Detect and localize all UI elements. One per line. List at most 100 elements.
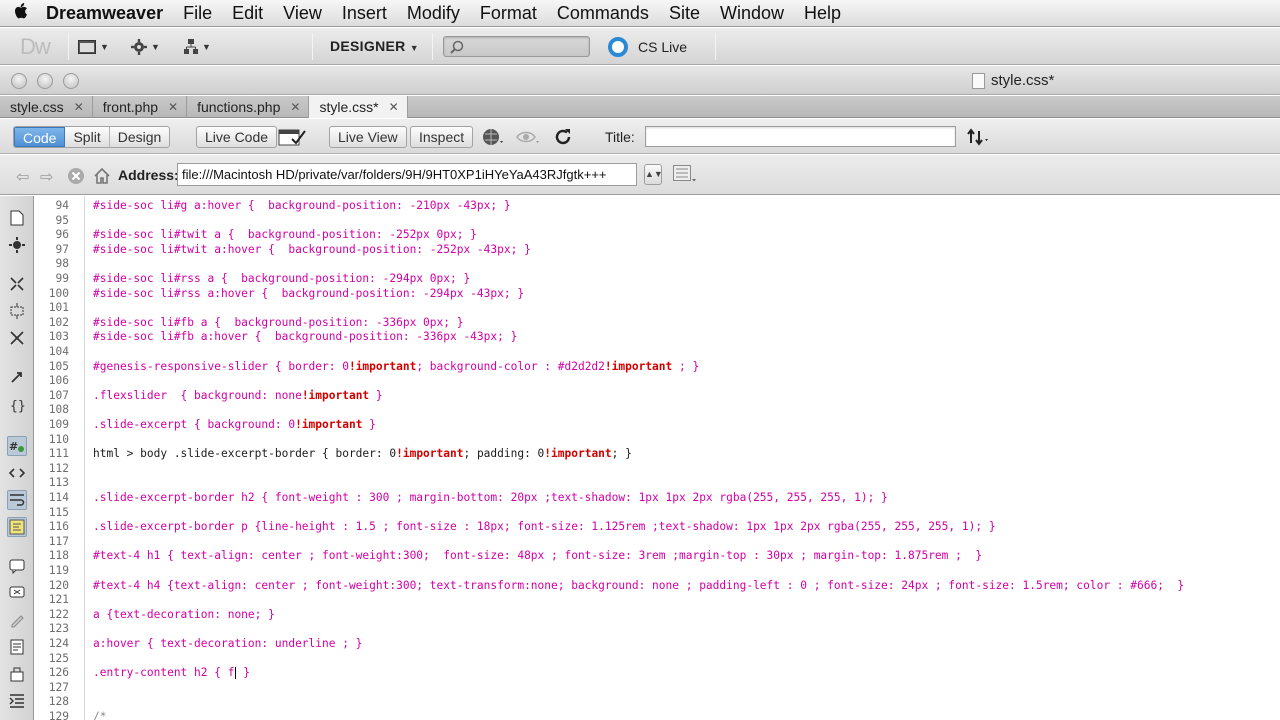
apple-menu-icon[interactable] (0, 2, 44, 25)
code-line[interactable]: 127 (35, 681, 1280, 696)
cs-live-button[interactable]: CS Live (608, 37, 687, 57)
browser-options-icon[interactable] (673, 165, 697, 186)
address-history-stepper[interactable]: ▲▼ (644, 164, 663, 185)
code-line[interactable]: 123 (35, 622, 1280, 637)
code-line[interactable]: 118 #text-4 h1 { text-align: center ; fon… (35, 549, 1280, 564)
code-line[interactable]: 108 (35, 403, 1280, 418)
zoom-window-button[interactable] (63, 73, 79, 89)
expand-all-icon[interactable] (7, 328, 27, 348)
code-line[interactable]: 94 #side-soc li#g a:hover { background-po… (35, 199, 1280, 214)
code-line[interactable]: 102 #side-soc li#fb a { background-positi… (35, 316, 1280, 331)
code-line[interactable]: 128 (35, 695, 1280, 710)
address-input[interactable]: file:///Macintosh HD/private/var/folders… (177, 163, 637, 186)
code-line[interactable]: 95 (35, 214, 1280, 229)
live-view-button[interactable]: Live View (329, 126, 407, 148)
menu-site[interactable]: Site (659, 0, 710, 27)
code-line[interactable]: 126 .entry-content h2 { f } (35, 666, 1280, 681)
code-line[interactable]: 124 a:hover { text-decoration: underline … (35, 637, 1280, 652)
code-line[interactable]: 112 (35, 462, 1280, 477)
code-line[interactable]: 121 (35, 593, 1280, 608)
inspect-button[interactable]: Inspect (410, 126, 474, 148)
close-window-button[interactable] (11, 73, 27, 89)
design-view-button[interactable]: Design (110, 127, 170, 147)
code-line[interactable]: 109 .slide-excerpt { background: 0!import… (35, 418, 1280, 433)
indent-code-icon[interactable] (7, 691, 27, 711)
code-line[interactable]: 116 .slide-excerpt-border p {line-height … (35, 520, 1280, 535)
live-code-button[interactable]: Live Code (196, 126, 278, 148)
collapse-selection-icon[interactable] (7, 301, 27, 321)
visual-aids-button[interactable] (515, 126, 541, 148)
menu-view[interactable]: View (273, 0, 332, 27)
code-line[interactable]: 114 .slide-excerpt-border h2 { font-weigh… (35, 491, 1280, 506)
balance-braces-icon[interactable]: {} (7, 395, 27, 415)
show-code-navigator-icon[interactable] (7, 235, 27, 255)
code-line[interactable]: 110 (35, 433, 1280, 448)
workspace-switcher[interactable]: DESIGNER ▼ (330, 38, 419, 54)
remove-comment-icon[interactable] (7, 583, 27, 603)
layout-menu-button[interactable]: ▼ (78, 37, 109, 57)
code-editor[interactable]: 94 #side-soc li#g a:hover { background-po… (35, 196, 1280, 720)
file-management-button[interactable] (966, 126, 992, 148)
wrap-tag-icon[interactable] (7, 610, 27, 630)
extend-menu-button[interactable]: ▼ (131, 37, 160, 57)
move-css-icon[interactable] (7, 664, 27, 684)
forward-arrow-icon[interactable]: ⇨ (40, 167, 53, 187)
back-arrow-icon[interactable]: ⇦ (16, 167, 29, 187)
tab-functions-php[interactable]: functions.php ✕ (187, 96, 310, 118)
close-icon[interactable]: ✕ (290, 100, 300, 114)
minimize-window-button[interactable] (37, 73, 53, 89)
tab-style-css[interactable]: style.css ✕ (0, 96, 93, 118)
check-browser-compatibility-button[interactable] (278, 126, 306, 148)
collapse-full-tag-icon[interactable] (7, 274, 27, 294)
code-line[interactable]: 100 #side-soc li#rss a:hover { background… (35, 287, 1280, 302)
recent-snippets-icon[interactable] (7, 637, 27, 657)
menu-help[interactable]: Help (794, 0, 851, 27)
code-line[interactable]: 106 (35, 374, 1280, 389)
close-icon[interactable]: ✕ (74, 100, 84, 114)
code-line[interactable]: 115 (35, 506, 1280, 521)
tab-front-php[interactable]: front.php ✕ (93, 96, 188, 118)
menu-edit[interactable]: Edit (222, 0, 273, 27)
code-line[interactable]: 96 #side-soc li#twit a { background-posit… (35, 228, 1280, 243)
code-line[interactable]: 122 a {text-decoration: none; } (35, 608, 1280, 623)
close-icon[interactable]: ✕ (389, 100, 399, 114)
refresh-button[interactable] (554, 126, 572, 148)
open-documents-icon[interactable] (7, 208, 27, 228)
word-wrap-icon[interactable] (7, 490, 27, 510)
stop-icon[interactable] (67, 167, 85, 190)
split-view-button[interactable]: Split (65, 127, 110, 147)
code-line[interactable]: 98 (35, 257, 1280, 272)
menu-app-dreamweaver[interactable]: Dreamweaver (44, 0, 173, 27)
site-menu-button[interactable]: ▼ (184, 37, 211, 57)
menu-modify[interactable]: Modify (397, 0, 470, 27)
code-line[interactable]: 99 #side-soc li#rss a { background-positi… (35, 272, 1280, 287)
menu-commands[interactable]: Commands (547, 0, 659, 27)
code-line[interactable]: 117 (35, 535, 1280, 550)
preview-in-browser-button[interactable] (481, 126, 505, 148)
code-line[interactable]: 111 html > body .slide-excerpt-border { b… (35, 447, 1280, 462)
code-line[interactable]: 97 #side-soc li#twit a:hover { background… (35, 243, 1280, 258)
code-line[interactable]: 119 (35, 564, 1280, 579)
code-view-button[interactable]: Code (14, 127, 66, 147)
code-line[interactable]: 113 (35, 476, 1280, 491)
document-title-input[interactable] (645, 126, 956, 147)
menu-insert[interactable]: Insert (332, 0, 397, 27)
code-line[interactable]: 103 #side-soc li#fb a:hover { background-… (35, 330, 1280, 345)
line-numbers-icon[interactable]: # (7, 436, 27, 456)
menu-window[interactable]: Window (710, 0, 794, 27)
code-line[interactable]: 105 #genesis-responsive-slider { border: … (35, 360, 1280, 375)
home-icon[interactable] (93, 167, 111, 190)
code-line[interactable]: 129 /* (35, 710, 1280, 720)
highlight-invalid-code-icon[interactable] (7, 463, 27, 483)
apply-comment-icon[interactable] (7, 556, 27, 576)
menu-file[interactable]: File (173, 0, 222, 27)
select-parent-tag-icon[interactable] (7, 368, 27, 388)
code-line[interactable]: 101 (35, 301, 1280, 316)
help-search-input[interactable] (443, 36, 590, 57)
syntax-coloring-icon[interactable] (7, 517, 27, 537)
code-line[interactable]: 104 (35, 345, 1280, 360)
tab-style-css-active[interactable]: style.css* ✕ (309, 96, 408, 118)
code-line[interactable]: 125 (35, 652, 1280, 667)
code-line[interactable]: 120 #text-4 h4 {text-align: center ; font… (35, 579, 1280, 594)
menu-format[interactable]: Format (470, 0, 547, 27)
